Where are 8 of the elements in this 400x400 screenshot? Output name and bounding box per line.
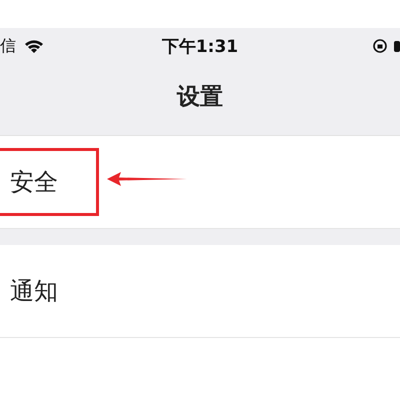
settings-item[interactable]: 安全 bbox=[0, 166, 58, 198]
rotation-lock-icon bbox=[372, 38, 388, 54]
status-time: 下午1:31 bbox=[162, 36, 238, 58]
wifi-icon bbox=[24, 38, 44, 54]
battery-icon bbox=[394, 38, 400, 54]
settings-item[interactable]: 通知 bbox=[0, 275, 58, 307]
page-title: 设置 bbox=[177, 83, 223, 112]
carrier-name: 信 bbox=[0, 36, 16, 56]
